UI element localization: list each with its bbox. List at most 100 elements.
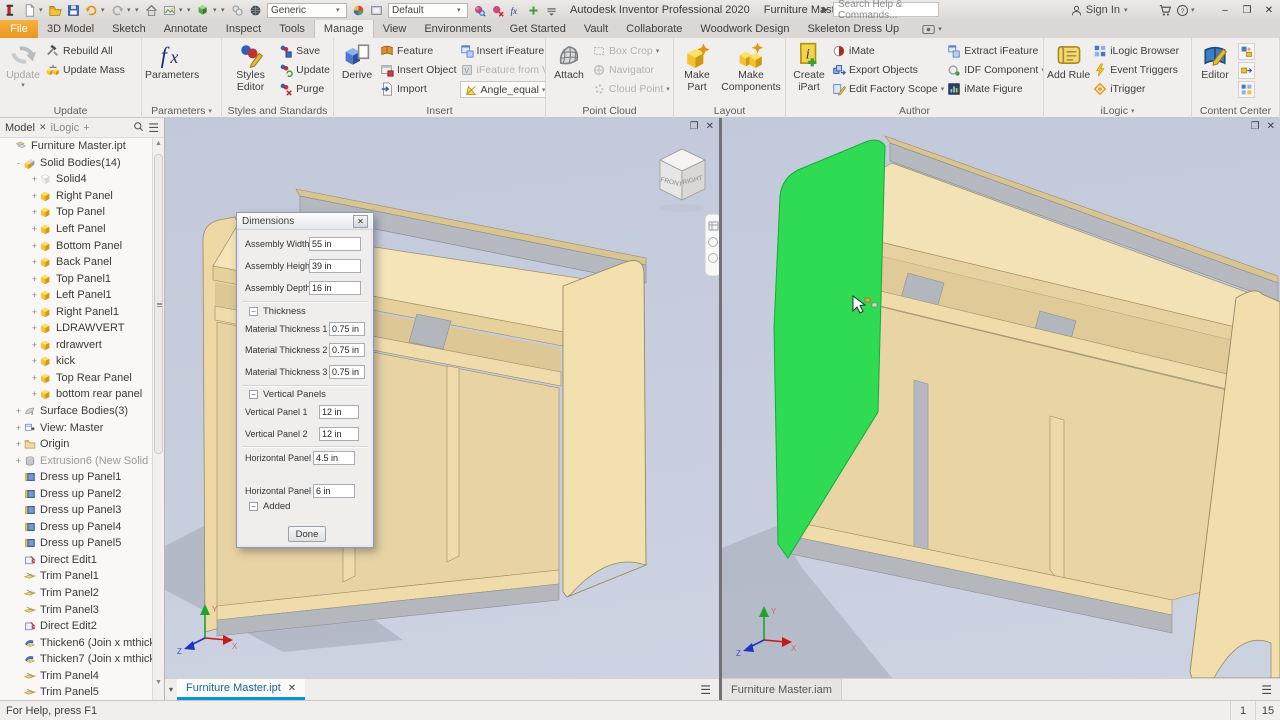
minimize-button[interactable]: – — [1214, 1, 1236, 19]
material-thickness-1-input[interactable] — [329, 322, 365, 336]
ribbon-item-rebuild-all[interactable]: Rebuild All — [46, 43, 125, 58]
expander-icon[interactable]: + — [29, 373, 40, 383]
ribbon-button-derive[interactable]: Derive — [337, 40, 377, 81]
ribbon-button-styles-editor[interactable]: Styles Editor — [225, 40, 276, 93]
tree-item[interactable]: Furniture Master.ipt — [0, 138, 152, 155]
tree-item[interactable]: Dress up Panel3 — [0, 502, 152, 519]
qat-caret-icon[interactable]: ▾ — [39, 6, 46, 14]
qat-caret-icon[interactable]: ▾ — [179, 6, 186, 14]
ribbon-item-import[interactable]: Import — [380, 81, 457, 96]
ribbon-item-imate-figure[interactable]: iMate Figure — [947, 81, 1043, 96]
expander-icon[interactable]: + — [29, 340, 40, 350]
help-icon[interactable]: ? — [1174, 2, 1191, 18]
tree-item[interactable]: -Solid Bodies(14) — [0, 155, 152, 172]
tree-item[interactable]: +Left Panel1 — [0, 287, 152, 304]
tree-item[interactable]: Trim Panel4 — [0, 668, 152, 685]
ribbon-tab-view[interactable]: View — [374, 20, 416, 38]
qat-plus-green-icon[interactable] — [525, 2, 542, 18]
expander-icon[interactable]: + — [29, 191, 40, 201]
ribbon-tab-tools[interactable]: Tools — [270, 20, 314, 38]
tree-item[interactable]: Thicken6 (Join x mthick / 2 ul) — [0, 634, 152, 651]
qat-open-file-icon[interactable] — [47, 2, 64, 18]
ribbon-item-update[interactable]: Update — [279, 62, 330, 77]
assembly-3d-scene[interactable]: Y X Z — [722, 118, 1280, 678]
qat-menu-eq-icon[interactable] — [543, 2, 560, 18]
navigation-bar[interactable] — [705, 214, 719, 276]
ribbon-item-ilogic-browser[interactable]: iLogic Browser — [1093, 43, 1179, 58]
ribbon-item-save[interactable]: Save — [279, 43, 330, 58]
ribbon-item-extract-ifeature[interactable]: Extract iFeature — [947, 43, 1043, 58]
ribbon-item-ifeature-from-vault[interactable]: ViFeature from Vault — [460, 62, 545, 77]
ribbon-item-feature[interactable]: Feature — [380, 43, 457, 58]
qat-combo[interactable]: Generic▾ — [267, 3, 347, 18]
viewport-splitter[interactable] — [719, 118, 722, 700]
ribbon-button-parameters[interactable]: fxParameters — [145, 40, 199, 81]
tree-item[interactable]: +Top Rear Panel — [0, 370, 152, 387]
horizontal-panel-2-input[interactable] — [313, 484, 355, 498]
tree-item[interactable]: +Top Panel — [0, 204, 152, 221]
tree-item[interactable]: +Origin — [0, 436, 152, 453]
qat-insert-cube-icon[interactable] — [195, 2, 212, 18]
doc-tab-iam[interactable]: Furniture Master.iam — [722, 679, 842, 700]
ribbon-button-make-part[interactable]: Make Part — [677, 40, 717, 93]
qat-caret-icon[interactable]: ▾ — [101, 6, 108, 14]
ribbon-button-update[interactable]: Update▾ — [3, 40, 43, 90]
ribbon-item-edit-factory-scope[interactable]: Edit Factory Scope▾ — [832, 81, 944, 96]
qat-undo-icon[interactable] — [83, 2, 100, 18]
ribbon-tab-environments[interactable]: Environments — [415, 20, 500, 38]
tree-item[interactable]: +bottom rear panel — [0, 386, 152, 403]
thickness-collapse-icon[interactable]: − — [249, 307, 258, 316]
panel-collapse-icon[interactable]: ▶ — [822, 5, 828, 14]
ribbon-tab-woodwork-design[interactable]: Woodwork Design — [691, 20, 798, 38]
expander-icon[interactable]: + — [29, 307, 40, 317]
viewport-restore-icon[interactable]: ❐ — [690, 121, 699, 132]
browser-menu-icon[interactable]: ☰ — [148, 124, 159, 132]
tree-item[interactable]: Dress up Panel2 — [0, 485, 152, 502]
tab-bar-menu-icon[interactable]: ☰ — [700, 685, 711, 695]
tree-item[interactable]: +View: Master — [0, 419, 152, 436]
qat-home-view-icon[interactable] — [143, 2, 160, 18]
qat-ball-zoom-icon[interactable] — [471, 2, 488, 18]
ribbon-item-angle-equal[interactable]: Angle_equal▾ — [460, 81, 545, 98]
ribbon-item-idf-component[interactable]: IDF Component▾ — [947, 62, 1043, 77]
expander-icon[interactable]: + — [29, 356, 40, 366]
scroll-down-icon[interactable]: ▼ — [153, 679, 164, 686]
cart-icon[interactable] — [1157, 2, 1174, 18]
expander-icon[interactable]: + — [29, 224, 40, 234]
group-dropdown-caret-icon[interactable]: ▾ — [208, 107, 212, 115]
scroll-up-icon[interactable]: ▲ — [153, 140, 164, 147]
qat-inventor-app-icon[interactable] — [3, 2, 20, 18]
qat-caret-icon[interactable]: ▾ — [187, 6, 194, 14]
ribbon-item-cloud-point[interactable]: Cloud Point▾ — [592, 81, 670, 96]
scrollbar-thumb[interactable] — [154, 154, 163, 454]
qat-caret-icon[interactable]: ▾ — [135, 6, 142, 14]
help-search-input[interactable]: Search Help & Commands... — [833, 2, 939, 17]
tree-item[interactable]: +Bottom Panel — [0, 237, 152, 254]
tab-close-icon[interactable]: ✕ — [288, 683, 296, 694]
tree-item[interactable]: +kick — [0, 353, 152, 370]
browser-search-icon[interactable] — [133, 121, 144, 135]
ribbon-tab-skeleton-dress-up[interactable]: Skeleton Dress Up — [798, 20, 908, 38]
vertical-panels-collapse-icon[interactable]: − — [249, 390, 258, 399]
tab-list-caret-icon[interactable]: ▾ — [165, 685, 177, 694]
ribbon-button-add-rule[interactable]: Add Rule — [1047, 40, 1090, 81]
browser-close-icon[interactable]: ✕ — [39, 122, 47, 133]
expander-icon[interactable]: + — [29, 274, 40, 284]
cc-family-button[interactable] — [1238, 43, 1255, 60]
material-thickness-2-input[interactable] — [329, 343, 365, 357]
qat-caret-icon[interactable]: ▾ — [213, 6, 220, 14]
ribbon-item-itrigger[interactable]: iTrigger — [1093, 81, 1179, 96]
assembly-depth-input[interactable] — [309, 281, 361, 295]
tree-item[interactable]: Trim Panel1 — [0, 568, 152, 585]
expander-icon[interactable]: + — [29, 290, 40, 300]
qat-caret-icon[interactable]: ▾ — [127, 6, 134, 14]
tree-item[interactable]: +Solid4 — [0, 171, 152, 188]
combo-caret-icon[interactable]: ▾ — [336, 6, 343, 14]
viewport-close-icon[interactable]: ✕ — [706, 121, 714, 132]
sign-in-button[interactable]: Sign In ▾ — [1071, 4, 1131, 16]
dialog-close-icon[interactable]: ✕ — [353, 215, 368, 228]
browser-tab-ilogic[interactable]: iLogic — [51, 122, 80, 134]
ribbon-item-navigator[interactable]: Navigator — [592, 62, 670, 77]
right-viewport[interactable]: Y X Z ❐ ✕ — [722, 118, 1280, 678]
ribbon-tab-get-started[interactable]: Get Started — [501, 20, 575, 38]
